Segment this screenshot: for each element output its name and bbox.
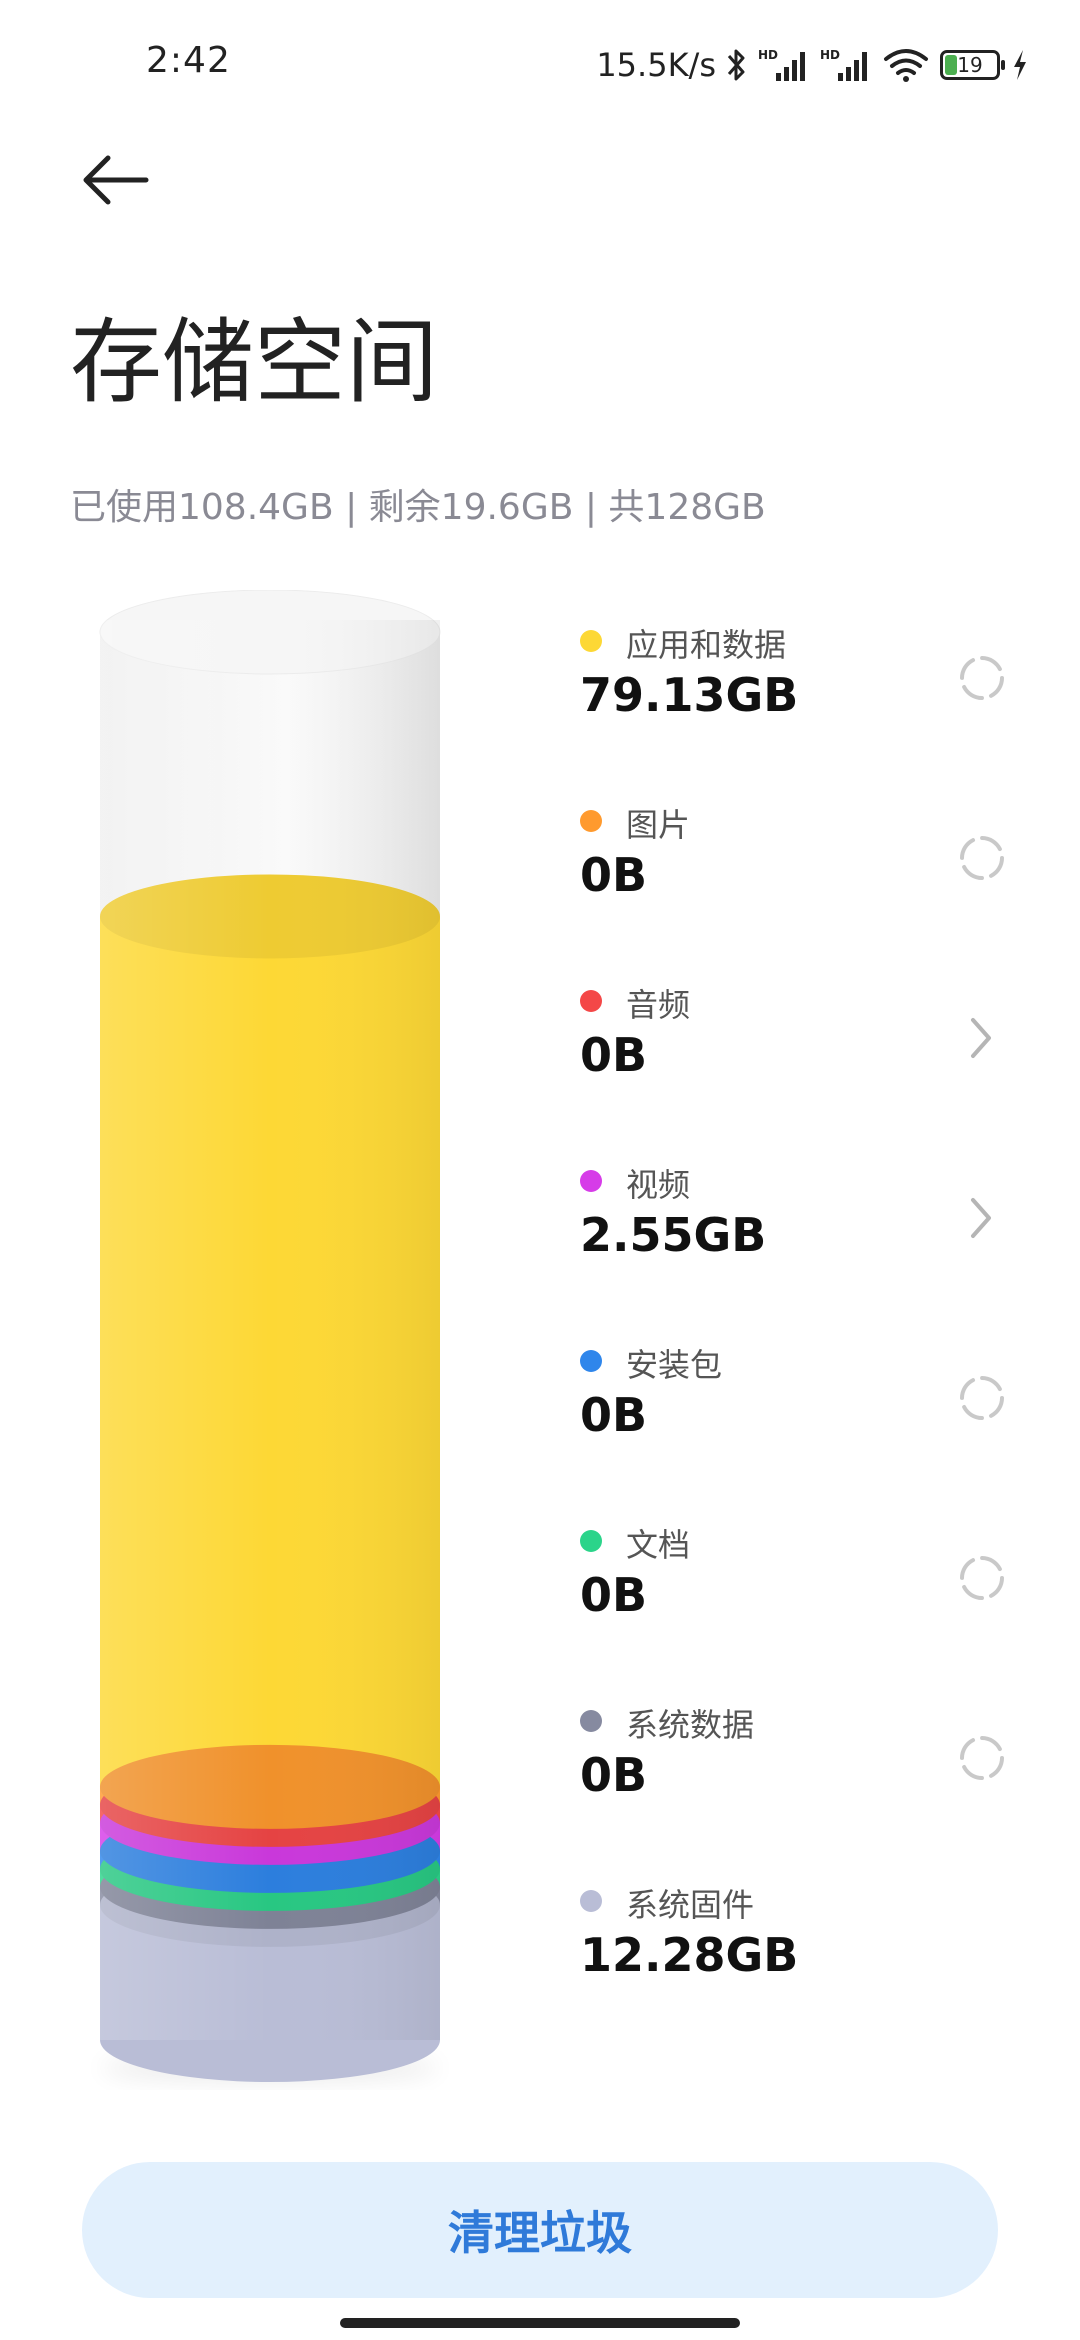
svg-text:HD: HD [758, 48, 778, 62]
category-color-dot [580, 1710, 602, 1732]
charging-icon [1014, 50, 1026, 80]
chevron-right-icon[interactable] [954, 1190, 1010, 1246]
arrow-left-icon [83, 155, 149, 205]
status-time: 2:42 [146, 40, 231, 81]
loading-spinner-icon [954, 1370, 1010, 1426]
battery-icon: 19 [940, 50, 1005, 80]
page-title: 存储空间 [70, 309, 439, 416]
storage-cylinder-svg [99, 589, 441, 2082]
category-size: 0B [580, 1388, 648, 1442]
category-name: 应用和数据 [626, 626, 787, 664]
category-color-dot [580, 1350, 602, 1372]
battery-level: 19 [957, 53, 983, 77]
category-color-dot [580, 1890, 602, 1912]
category-size: 0B [580, 848, 648, 902]
status-icons: 15.5K/s HD HD 19 [596, 40, 1030, 90]
category-item-video[interactable]: 视频 2.55GB [580, 1150, 1030, 1330]
battery-cap [1001, 60, 1005, 70]
clean-junk-button[interactable]: 清理垃圾 [82, 2162, 998, 2298]
category-name: 图片 [626, 806, 691, 844]
status-bar: 2:42 15.5K/s HD HD 19 [0, 0, 1080, 130]
category-name: 安装包 [626, 1346, 723, 1384]
back-button[interactable] [70, 140, 160, 220]
category-size: 2.55GB [580, 1208, 767, 1262]
loading-spinner-icon [954, 650, 1010, 706]
loading-spinner-icon [954, 1550, 1010, 1606]
category-size: 0B [580, 1748, 648, 1802]
category-name: 视频 [626, 1166, 691, 1204]
bluetooth-icon [727, 49, 745, 81]
category-size: 0B [580, 1568, 648, 1622]
category-size: 79.13GB [580, 668, 799, 722]
storage-usage-summary: 已使用108.4GB | 剩余19.6GB | 共128GB [70, 487, 766, 528]
storage-cylinder-chart [80, 589, 460, 2090]
category-item-system-data[interactable]: 系统数据 0B [580, 1690, 1030, 1870]
category-item-packages[interactable]: 安装包 0B [580, 1330, 1030, 1510]
category-color-dot [580, 630, 602, 652]
category-size: 0B [580, 1028, 648, 1082]
category-color-dot [580, 810, 602, 832]
hd-signal-icon: HD [820, 48, 867, 81]
category-name: 系统固件 [626, 1886, 755, 1924]
category-item-apps-data[interactable]: 应用和数据 79.13GB [580, 610, 1030, 790]
home-indicator[interactable] [340, 2318, 740, 2328]
category-item-audio[interactable]: 音频 0B [580, 970, 1030, 1150]
category-color-dot [580, 990, 602, 1012]
loading-spinner-icon [954, 1730, 1010, 1786]
category-name: 文档 [626, 1526, 691, 1564]
category-color-dot [580, 1170, 602, 1192]
loading-spinner-icon [954, 830, 1010, 886]
chevron-right-icon[interactable] [954, 1010, 1010, 1066]
category-size: 12.28GB [580, 1928, 799, 1982]
network-speed: 15.5K/s [596, 46, 716, 84]
category-name: 系统数据 [626, 1706, 755, 1744]
cylinder-shading [100, 620, 440, 2040]
svg-text:HD: HD [820, 48, 840, 62]
storage-category-list: 应用和数据 79.13GB 图片 0B 音频 0B 视频 2.55GB 安装包 … [580, 610, 1030, 2050]
category-item-images[interactable]: 图片 0B [580, 790, 1030, 970]
category-item-documents[interactable]: 文档 0B [580, 1510, 1030, 1690]
wifi-icon [884, 49, 928, 82]
hd-signal-icon: HD [758, 48, 805, 81]
category-item-system-firmware: 系统固件 12.28GB [580, 1870, 1030, 2050]
category-color-dot [580, 1530, 602, 1552]
category-name: 音频 [626, 986, 691, 1024]
